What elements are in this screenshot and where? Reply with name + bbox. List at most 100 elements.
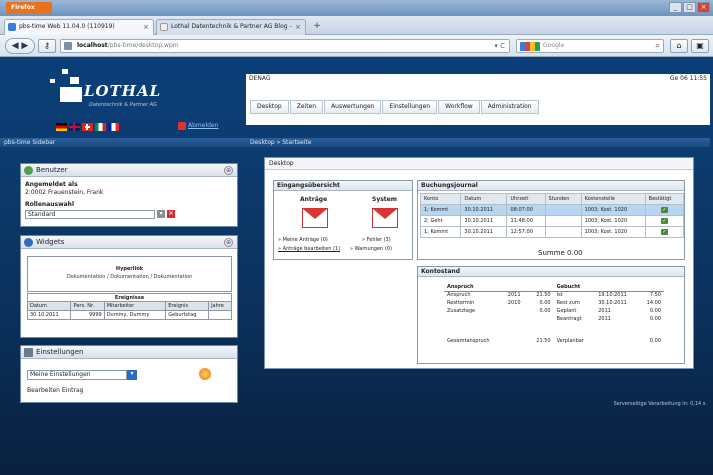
tab-close-icon[interactable]: × xyxy=(295,20,301,34)
settings-icon xyxy=(24,348,33,357)
user-panel: Benutzer ⊕ Angemeldet als 2:0002 Frauens… xyxy=(20,163,238,227)
widgets-panel-title: Widgets ⊕ xyxy=(21,236,237,249)
accounts-right-header: Gebucht xyxy=(553,283,664,292)
menu-einstellungen[interactable]: Einstellungen xyxy=(382,100,438,114)
table-row[interactable]: 1; Kommt 30.10.2011 12:57:00 1003; Kost.… xyxy=(419,226,685,238)
url-path: /pbs-time/desktop.wpm xyxy=(107,42,179,49)
table-row[interactable]: 1; Kommt 30.10.2011 08:07:00 1003; Kost.… xyxy=(419,204,685,216)
journal-cell: 08:07:00 xyxy=(506,204,546,216)
role-select[interactable]: Standard xyxy=(25,210,155,219)
refresh-icon[interactable] xyxy=(199,368,211,380)
accounts-cell: Rest zum xyxy=(556,300,580,306)
role-edit-icon[interactable]: ▾ xyxy=(157,210,165,218)
accounts-cell xyxy=(444,315,505,323)
journal-col-uhrzeit: Uhrzeit xyxy=(506,193,546,205)
journal-cell: 30.10.2011 xyxy=(460,226,508,238)
settings-panel-title-text: Einstellungen xyxy=(36,348,84,356)
journal-panel: Buchungsjournal Konto Datum Uhrzeit Stun… xyxy=(417,180,685,260)
info-icon xyxy=(24,238,33,247)
breadcrumb: Desktop » Startseite xyxy=(246,138,710,147)
settings-panel-title: Einstellungen xyxy=(21,346,237,359)
requests-envelope-icon[interactable] xyxy=(302,208,328,228)
logo: LOTHAL Datentechnik & Partner AG Abmelde… xyxy=(0,57,246,137)
hyperlink-widget: Hyperlink Dokumentation / Dokumentation … xyxy=(27,256,232,292)
accounts-cell: Geplant xyxy=(556,308,577,314)
menu-administration[interactable]: Administration xyxy=(480,100,539,114)
settings-select[interactable]: Meine Einstellungen xyxy=(27,370,127,380)
journal-title: Buchungsjournal xyxy=(418,181,684,191)
menu-desktop[interactable]: Desktop xyxy=(250,100,289,114)
logout-link[interactable]: Abmelden xyxy=(188,122,218,129)
minimize-button[interactable]: _ xyxy=(669,2,682,13)
table-row[interactable]: 30.10.2011 9999 Dummy, Dummy Geburtstag xyxy=(26,310,232,320)
home-icon[interactable]: ⌂ xyxy=(670,39,688,53)
events-col-ereignis: Ereignis xyxy=(165,301,210,311)
hyperlink-text[interactable]: Dokumentation / Dokumentation / Dokument… xyxy=(28,274,231,280)
events-col-jahre: Jahre xyxy=(208,301,232,311)
accounts-cell: 2011 xyxy=(507,292,521,299)
role-label: Rollenauswahl xyxy=(25,201,75,208)
tab-close-icon[interactable]: × xyxy=(143,20,149,34)
tab-title: Lothal Datentechnik & Partner AG Blog - xyxy=(171,23,292,30)
events-table: Datum Pers. Nr. Mitarbeiter Ereignis Jah… xyxy=(26,301,232,320)
flag-uk-icon[interactable] xyxy=(69,123,80,131)
search-icon[interactable]: ⌕ xyxy=(656,40,660,52)
table-row: Gesamtanspruch 21.50 Verplanbar 0.00 xyxy=(444,337,664,345)
page-icon xyxy=(64,42,72,50)
maximize-button[interactable]: □ xyxy=(683,2,696,13)
my-requests-link[interactable]: » Meine Anträge (0) xyxy=(278,237,328,243)
search-input[interactable]: Google ⌕ xyxy=(516,39,664,53)
logout-icon[interactable] xyxy=(178,122,186,130)
flag-ch-icon[interactable] xyxy=(82,123,93,131)
navigation-bar: ◀ ▶ ⚷ localhost/pbs-time/desktop.wpm ▾ C… xyxy=(0,35,713,57)
menu-zeiten[interactable]: Zeiten xyxy=(289,100,324,114)
table-row: Resttermin 2010 0.00 Rest zum 30.10.2011 14.… xyxy=(444,299,664,307)
accounts-cell xyxy=(595,337,638,345)
firefox-menu-button[interactable]: Firefox xyxy=(6,2,52,14)
close-window-button[interactable]: × xyxy=(697,2,710,13)
new-tab-button[interactable]: + xyxy=(310,20,324,33)
role-delete-icon[interactable]: ✕ xyxy=(167,210,175,218)
key-icon[interactable]: ⚷ xyxy=(38,39,56,53)
back-forward-button[interactable]: ◀ ▶ xyxy=(5,38,35,54)
tab-lothal-blog[interactable]: Lothal Datentechnik & Partner AG Blog - … xyxy=(156,19,306,35)
events-cell: Dummy, Dummy xyxy=(103,310,167,320)
user-icon xyxy=(24,166,33,175)
tab-bar: pbs-time Web 11.04.0 (110919) × Lothal D… xyxy=(0,16,713,35)
events-col-mitarbeiter: Mitarbeiter xyxy=(103,301,167,311)
warnings-link[interactable]: » Warnungen (0) xyxy=(350,246,392,252)
table-row: Zusatztage 0.00 Geplant 2011 0.00 xyxy=(444,307,664,315)
flag-de-icon[interactable] xyxy=(56,123,67,131)
accounts-cell: 2010 xyxy=(507,300,521,306)
site-favicon-icon xyxy=(8,23,16,31)
app-area: LOTHAL Datentechnik & Partner AG Abmelde… xyxy=(0,57,713,475)
accounts-cell: Beantragt xyxy=(556,316,582,322)
addon-icon[interactable]: ▣ xyxy=(691,39,709,53)
server-time-note: Serverseitige Verarbeitung in: 0,14 s. xyxy=(613,401,707,407)
logged-in-label: Angemeldet als xyxy=(25,181,78,188)
table-row[interactable]: 2; Geht 30.10.2011 11:48:00 1003; Kost. … xyxy=(419,215,685,227)
collapse-toggle-icon[interactable]: ⊕ xyxy=(224,238,233,247)
system-envelope-icon[interactable] xyxy=(372,208,398,228)
tab-pbs-time[interactable]: pbs-time Web 11.04.0 (110919) × xyxy=(4,19,154,35)
accounts-cell: 21.50 xyxy=(536,338,551,344)
journal-check-cell: ✓ xyxy=(644,204,685,216)
journal-check-cell: ✓ xyxy=(644,226,685,238)
journal-sum: Summe 0.00 xyxy=(538,249,583,257)
menu-auswertungen[interactable]: Auswertungen xyxy=(324,100,382,114)
check-icon: ✓ xyxy=(660,218,668,224)
collapse-toggle-icon[interactable]: ⊕ xyxy=(224,166,233,175)
flag-fr-icon[interactable] xyxy=(108,123,119,131)
menu-workflow[interactable]: Workflow xyxy=(438,100,480,114)
journal-col-bestaetigt: Bestätigt xyxy=(644,193,685,205)
edit-requests-link[interactable]: » Anträge bearbeiten (1) xyxy=(278,246,340,252)
errors-link[interactable]: » Fehler (3) xyxy=(362,237,391,243)
edit-entry-link[interactable]: Bearbeiten Eintrag xyxy=(27,387,83,394)
reload-icon[interactable]: ▾ C xyxy=(494,40,505,52)
journal-cell: 1003; Kost. 1020 xyxy=(580,215,646,227)
flag-it-icon[interactable] xyxy=(95,123,106,131)
url-bar[interactable]: localhost/pbs-time/desktop.wpm ▾ C xyxy=(60,39,510,53)
accounts-cell: 2011 xyxy=(598,308,611,314)
desktop-title: Desktop xyxy=(265,158,693,170)
chevron-down-icon[interactable]: ▾ xyxy=(127,370,137,380)
